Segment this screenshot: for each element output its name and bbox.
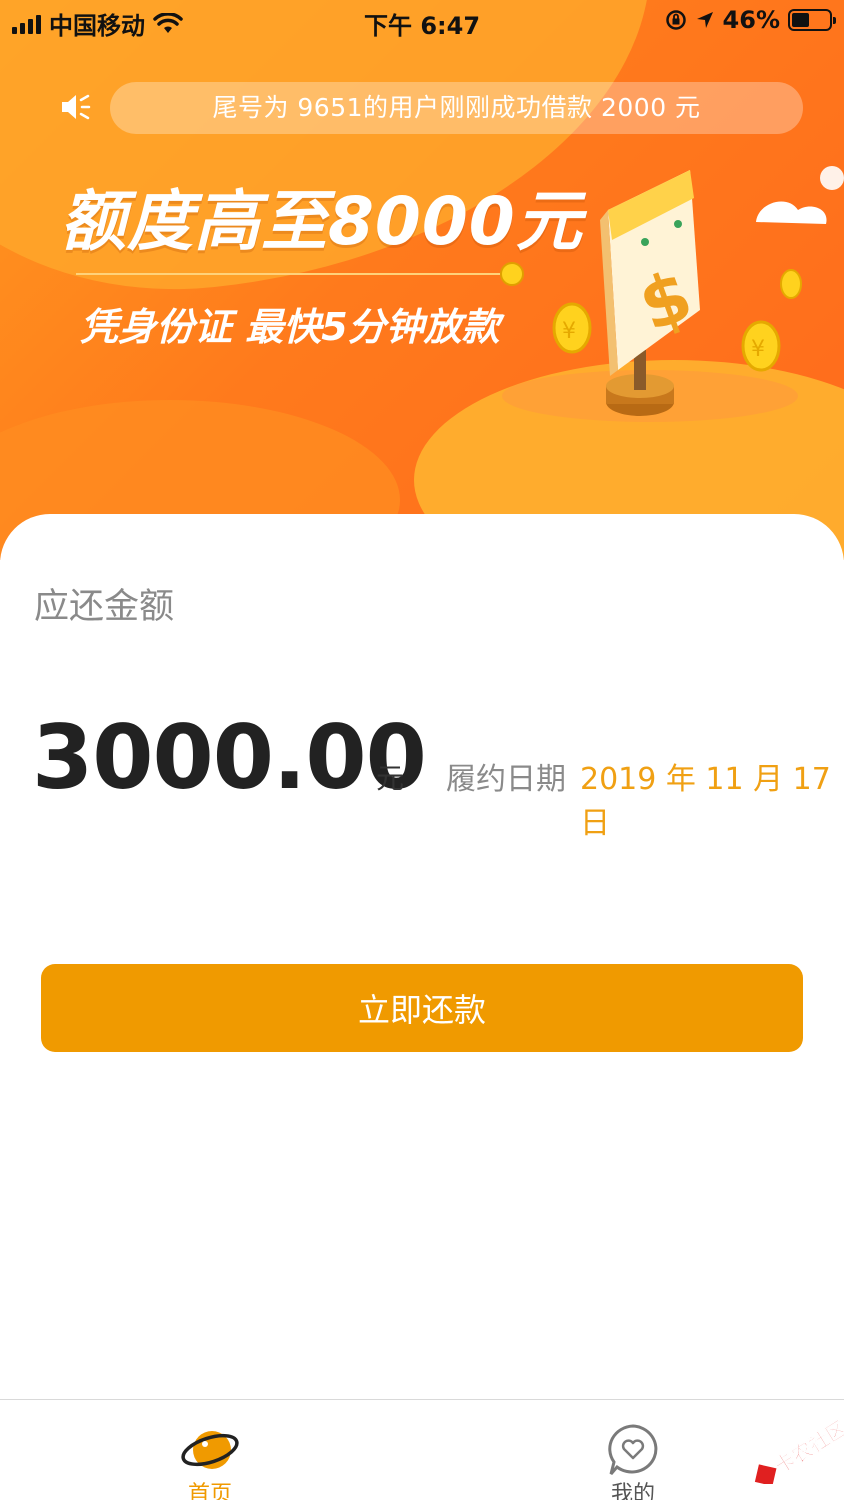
location-icon [696,12,713,28]
repay-now-button[interactable]: 立即还款 [41,964,803,1052]
bottom-tab-bar: 首页 我的 [0,1399,844,1500]
money-calendar-illustration: $ ¥ ¥ [502,166,844,422]
status-right: 46% [665,6,836,34]
watermark-logo: 卡农社区 [754,1415,844,1484]
amount-due-value: 3000.00 [32,706,427,809]
tab-home-label: 首页 [187,1482,232,1500]
tab-mine[interactable]: 我的 [563,1400,703,1500]
svg-text:卡农社区: 卡农社区 [770,1416,844,1479]
battery-icon [788,9,836,31]
due-date-label: 履约日期 [446,762,566,797]
banner-divider [76,273,500,275]
tab-mine-label: 我的 [610,1482,655,1500]
tab-home[interactable]: 首页 [140,1400,280,1500]
due-date-value: 2019 年 11 月 17 日 [580,762,831,841]
banner-subline: 凭身份证 最快5分钟放款 [80,305,500,349]
planet-icon [181,1431,239,1469]
amount-unit: 元 [376,762,405,795]
speaker-icon [62,94,91,120]
loan-notice-marquee[interactable]: 尾号为 9651的用户刚刚成功借款 2000 元 [110,82,803,134]
orientation-lock-icon [665,10,686,30]
amount-due-label: 应还金额 [34,587,175,627]
heart-bubble-icon [608,1424,658,1475]
status-bar: 中国移动 下午 6:47 46% [0,0,844,42]
svg-text:¥: ¥ [751,337,765,362]
battery-percent: 46% [722,6,780,34]
svg-text:¥: ¥ [562,319,576,344]
repayment-card [0,514,844,1400]
